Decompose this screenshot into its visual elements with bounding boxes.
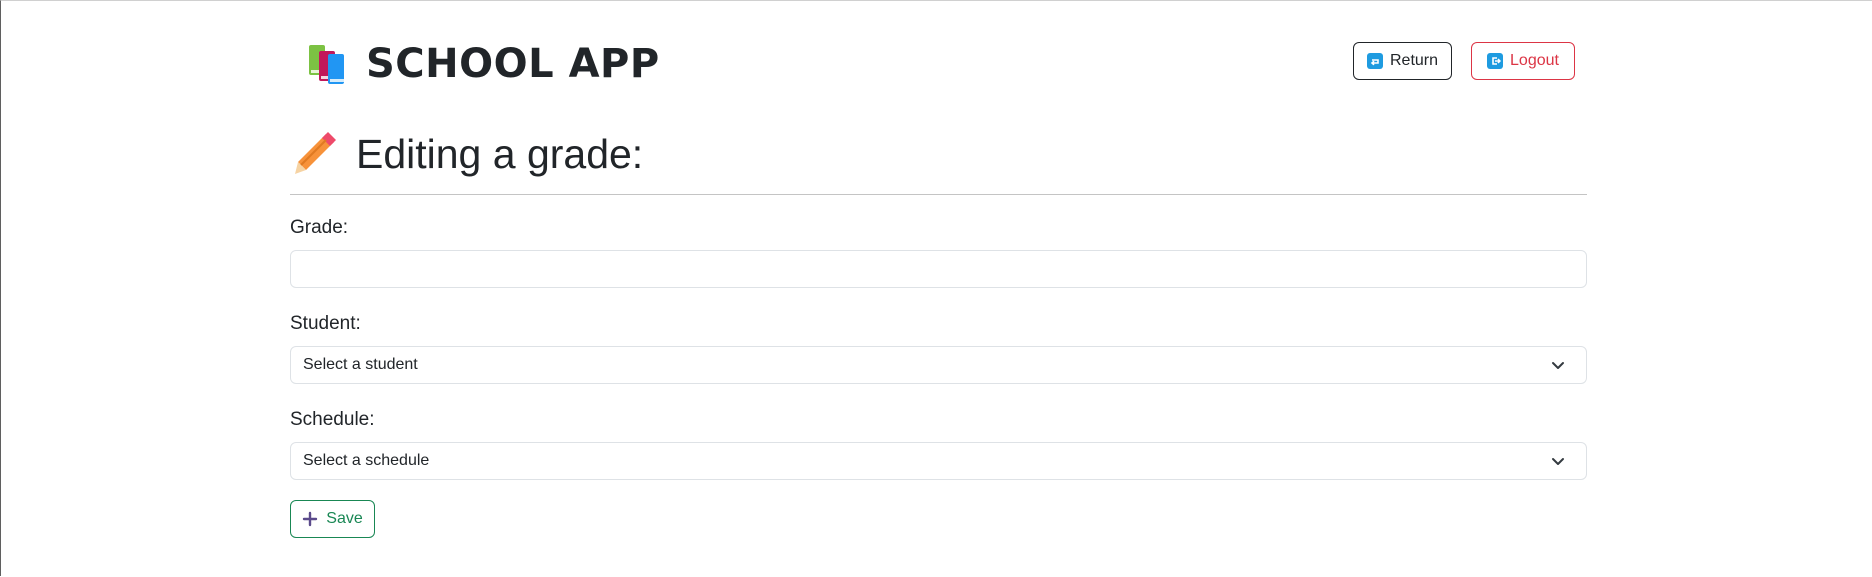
- return-button[interactable]: Return: [1353, 42, 1452, 80]
- brand: SCHOOL APP: [307, 41, 660, 87]
- books-icon: [307, 43, 351, 85]
- chevron-down-icon: [1550, 453, 1566, 469]
- app-title: SCHOOL APP: [366, 41, 660, 87]
- schedule-label: Schedule:: [290, 409, 375, 430]
- title-divider: [290, 194, 1587, 195]
- student-select[interactable]: Select a student: [290, 346, 1587, 384]
- pencil-icon: [290, 131, 336, 178]
- grade-input[interactable]: [290, 250, 1587, 288]
- plus-icon: [302, 511, 318, 527]
- page-heading: Editing a grade:: [290, 131, 643, 178]
- page-title: Editing a grade:: [356, 131, 644, 177]
- student-label: Student:: [290, 313, 361, 334]
- save-button[interactable]: Save: [290, 500, 375, 538]
- grade-label: Grade:: [290, 217, 349, 238]
- save-label: Save: [326, 510, 363, 527]
- return-label: Return: [1389, 52, 1439, 69]
- main-container: SCHOOL APP Return Logout Editing a grade…: [290, 1, 1587, 577]
- logout-button[interactable]: Logout: [1471, 42, 1575, 80]
- schedule-select[interactable]: Select a schedule: [290, 442, 1587, 480]
- schedule-selected-value: Select a schedule: [303, 452, 430, 469]
- logout-label: Logout: [1510, 52, 1559, 69]
- student-selected-value: Select a student: [303, 356, 418, 373]
- app-window: SCHOOL APP Return Logout Editing a grade…: [0, 0, 1872, 576]
- return-arrow-icon: [1366, 53, 1383, 69]
- chevron-down-icon: [1550, 357, 1566, 373]
- logout-arrow-icon: [1487, 53, 1504, 69]
